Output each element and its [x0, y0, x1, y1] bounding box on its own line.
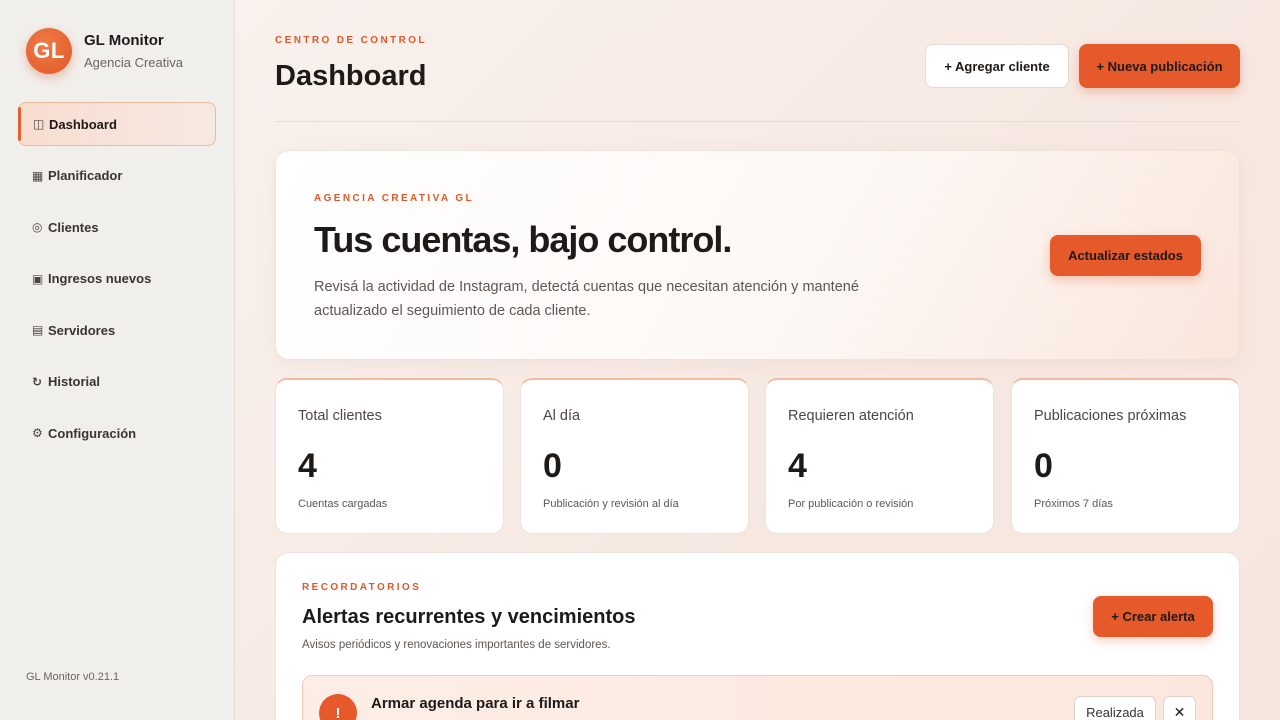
sidebar-item-ingresos-nuevos[interactable]: ▣ Ingresos nuevos — [18, 257, 216, 301]
sidebar-item-historial[interactable]: ↻ Historial — [18, 360, 216, 404]
brand: GL GL Monitor Agencia Creativa — [26, 28, 183, 74]
new-post-button[interactable]: + Nueva publicación — [1079, 44, 1240, 88]
history-icon: ↻ — [32, 374, 43, 389]
main-content: CENTRO DE CONTROL Dashboard + Agregar cl… — [235, 0, 1280, 720]
add-client-button[interactable]: + Agregar cliente — [925, 44, 1069, 88]
stat-label: Al día — [543, 408, 581, 424]
stat-value: 0 — [1034, 447, 1053, 485]
stat-caption: Publicación y revisión al día — [543, 498, 679, 510]
sidebar-item-dashboard[interactable]: ◫ Dashboard — [18, 102, 216, 146]
page-title: Dashboard — [275, 60, 427, 92]
sidebar-nav: ◫ Dashboard ▦ Planificador ◎ Clientes ▣ … — [18, 102, 216, 463]
reminders-card: RECORDATORIOS Alertas recurrentes y venc… — [275, 552, 1240, 720]
sidebar-item-configuracion[interactable]: ⚙ Configuración — [18, 411, 216, 455]
stat-label: Publicaciones próximas — [1034, 408, 1187, 424]
brand-logo: GL — [26, 28, 72, 74]
sidebar-item-label: Historial — [48, 374, 101, 389]
server-icon: ▤ — [32, 323, 44, 337]
stat-caption: Cuentas cargadas — [298, 498, 388, 510]
alert-icon: ! — [319, 694, 357, 720]
dashboard-icon: ◫ — [33, 117, 45, 131]
brand-name: GL Monitor — [84, 32, 164, 49]
sidebar: GL GL Monitor Agencia Creativa ◫ Dashboa… — [0, 0, 235, 720]
calendar-grid-icon: ▦ — [32, 168, 44, 183]
sidebar-item-servidores[interactable]: ▤ Servidores — [18, 308, 216, 352]
stat-card-publicaciones-proximas: Publicaciones próximas 0 Próximos 7 días — [1011, 378, 1240, 534]
app-version: GL Monitor v0.21.1 — [26, 671, 120, 683]
sidebar-item-clientes[interactable]: ◎ Clientes — [18, 205, 216, 249]
sidebar-item-label: Ingresos nuevos — [48, 271, 152, 286]
sidebar-item-planificador[interactable]: ▦ Planificador — [18, 154, 216, 198]
stat-value: 4 — [298, 447, 317, 485]
stat-label: Total clientes — [298, 408, 382, 424]
page-eyebrow: CENTRO DE CONTROL — [275, 35, 427, 46]
stat-card-total-clientes: Total clientes 4 Cuentas cargadas — [275, 378, 504, 534]
header-divider — [275, 121, 1240, 122]
mark-done-button[interactable]: Realizada — [1074, 696, 1156, 720]
sidebar-item-label: Planificador — [48, 168, 123, 183]
hero-description: Revisá la actividad de Instagram, detect… — [314, 279, 859, 319]
sidebar-item-label: Configuración — [48, 425, 137, 441]
reminders-eyebrow: RECORDATORIOS — [302, 582, 422, 593]
stat-caption: Próximos 7 días — [1034, 498, 1113, 510]
hero-eyebrow: AGENCIA CREATIVA GL — [314, 193, 475, 204]
brand-subtitle: Agencia Creativa — [84, 55, 183, 70]
close-icon[interactable]: ✕ — [1163, 696, 1196, 720]
gear-icon: ⚙ — [32, 426, 43, 440]
create-alert-button[interactable]: + Crear alerta — [1093, 596, 1213, 637]
stat-card-requieren-atencion: Requieren atención 4 Por publicación o r… — [765, 378, 994, 534]
reminders-description: Avisos periódicos y renovaciones importa… — [302, 639, 611, 651]
hero-card: AGENCIA CREATIVA GL Tus cuentas, bajo co… — [275, 150, 1240, 360]
alert-item: ! Armar agenda para ir a filmar Realizad… — [302, 675, 1213, 720]
clients-icon: ◎ — [32, 220, 43, 234]
sidebar-item-label: Clientes — [48, 219, 99, 235]
alert-title: Armar agenda para ir a filmar — [371, 695, 580, 712]
stat-card-al-dia: Al día 0 Publicación y revisión al día — [520, 378, 749, 534]
reminders-title: Alertas recurrentes y vencimientos — [302, 606, 636, 628]
stats-row: Total clientes 4 Cuentas cargadas Al día… — [275, 378, 1240, 534]
stat-value: 4 — [788, 447, 807, 485]
stat-label: Requieren atención — [788, 408, 914, 424]
stat-caption: Por publicación o revisión — [788, 498, 914, 510]
hero-title: Tus cuentas, bajo control. — [314, 219, 732, 260]
inbox-icon: ▣ — [32, 271, 44, 286]
sidebar-item-label: Dashboard — [49, 116, 117, 132]
refresh-status-button[interactable]: Actualizar estados — [1050, 235, 1201, 276]
stat-value: 0 — [543, 447, 562, 485]
sidebar-item-label: Servidores — [48, 322, 116, 338]
